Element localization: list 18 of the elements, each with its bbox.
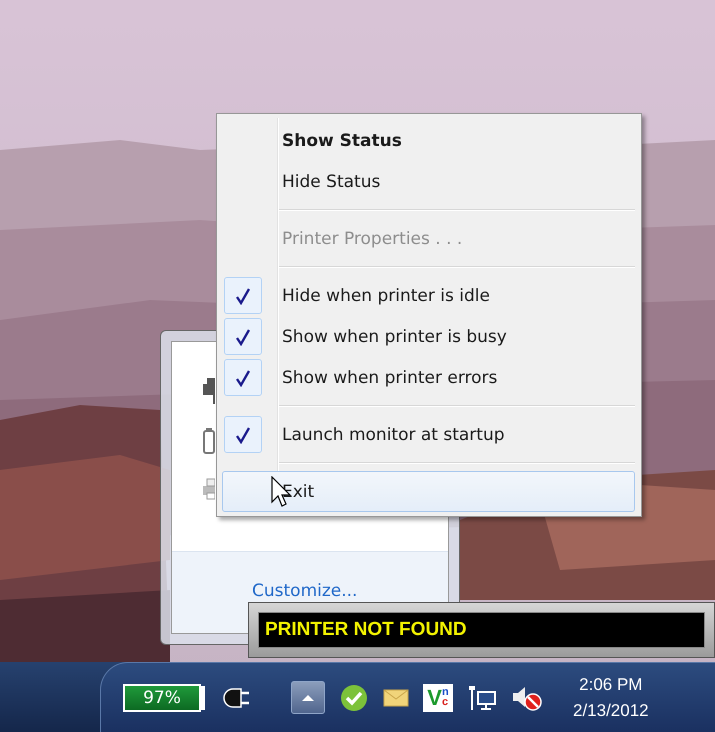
menu-item[interactable]: Show when printer errors xyxy=(222,357,635,398)
clock-time: 2:06 PM xyxy=(579,674,642,694)
show-hidden-icons-button[interactable] xyxy=(291,681,325,714)
customize-link[interactable]: Customize... xyxy=(252,581,358,601)
battery-icon xyxy=(203,428,215,454)
envelope-icon[interactable] xyxy=(383,688,409,708)
clock-date: 2/13/2012 xyxy=(573,700,649,720)
network-icon[interactable] xyxy=(467,684,497,712)
clock[interactable]: 2:06 PM 2/13/2012 xyxy=(573,674,649,720)
chat-check-icon[interactable] xyxy=(339,682,369,712)
menu-item[interactable]: Hide Status xyxy=(222,161,635,202)
menu-item[interactable]: Launch monitor at startup xyxy=(222,414,635,455)
menu-item[interactable]: Show when printer is busy xyxy=(222,316,635,357)
notification-text: PRINTER NOT FOUND xyxy=(265,619,467,641)
battery-percent: 97% xyxy=(143,688,181,708)
menu-item[interactable]: Show Status xyxy=(222,120,635,161)
up-arrow-icon xyxy=(301,694,315,702)
menu-item[interactable]: Hide when printer is idle xyxy=(222,275,635,316)
